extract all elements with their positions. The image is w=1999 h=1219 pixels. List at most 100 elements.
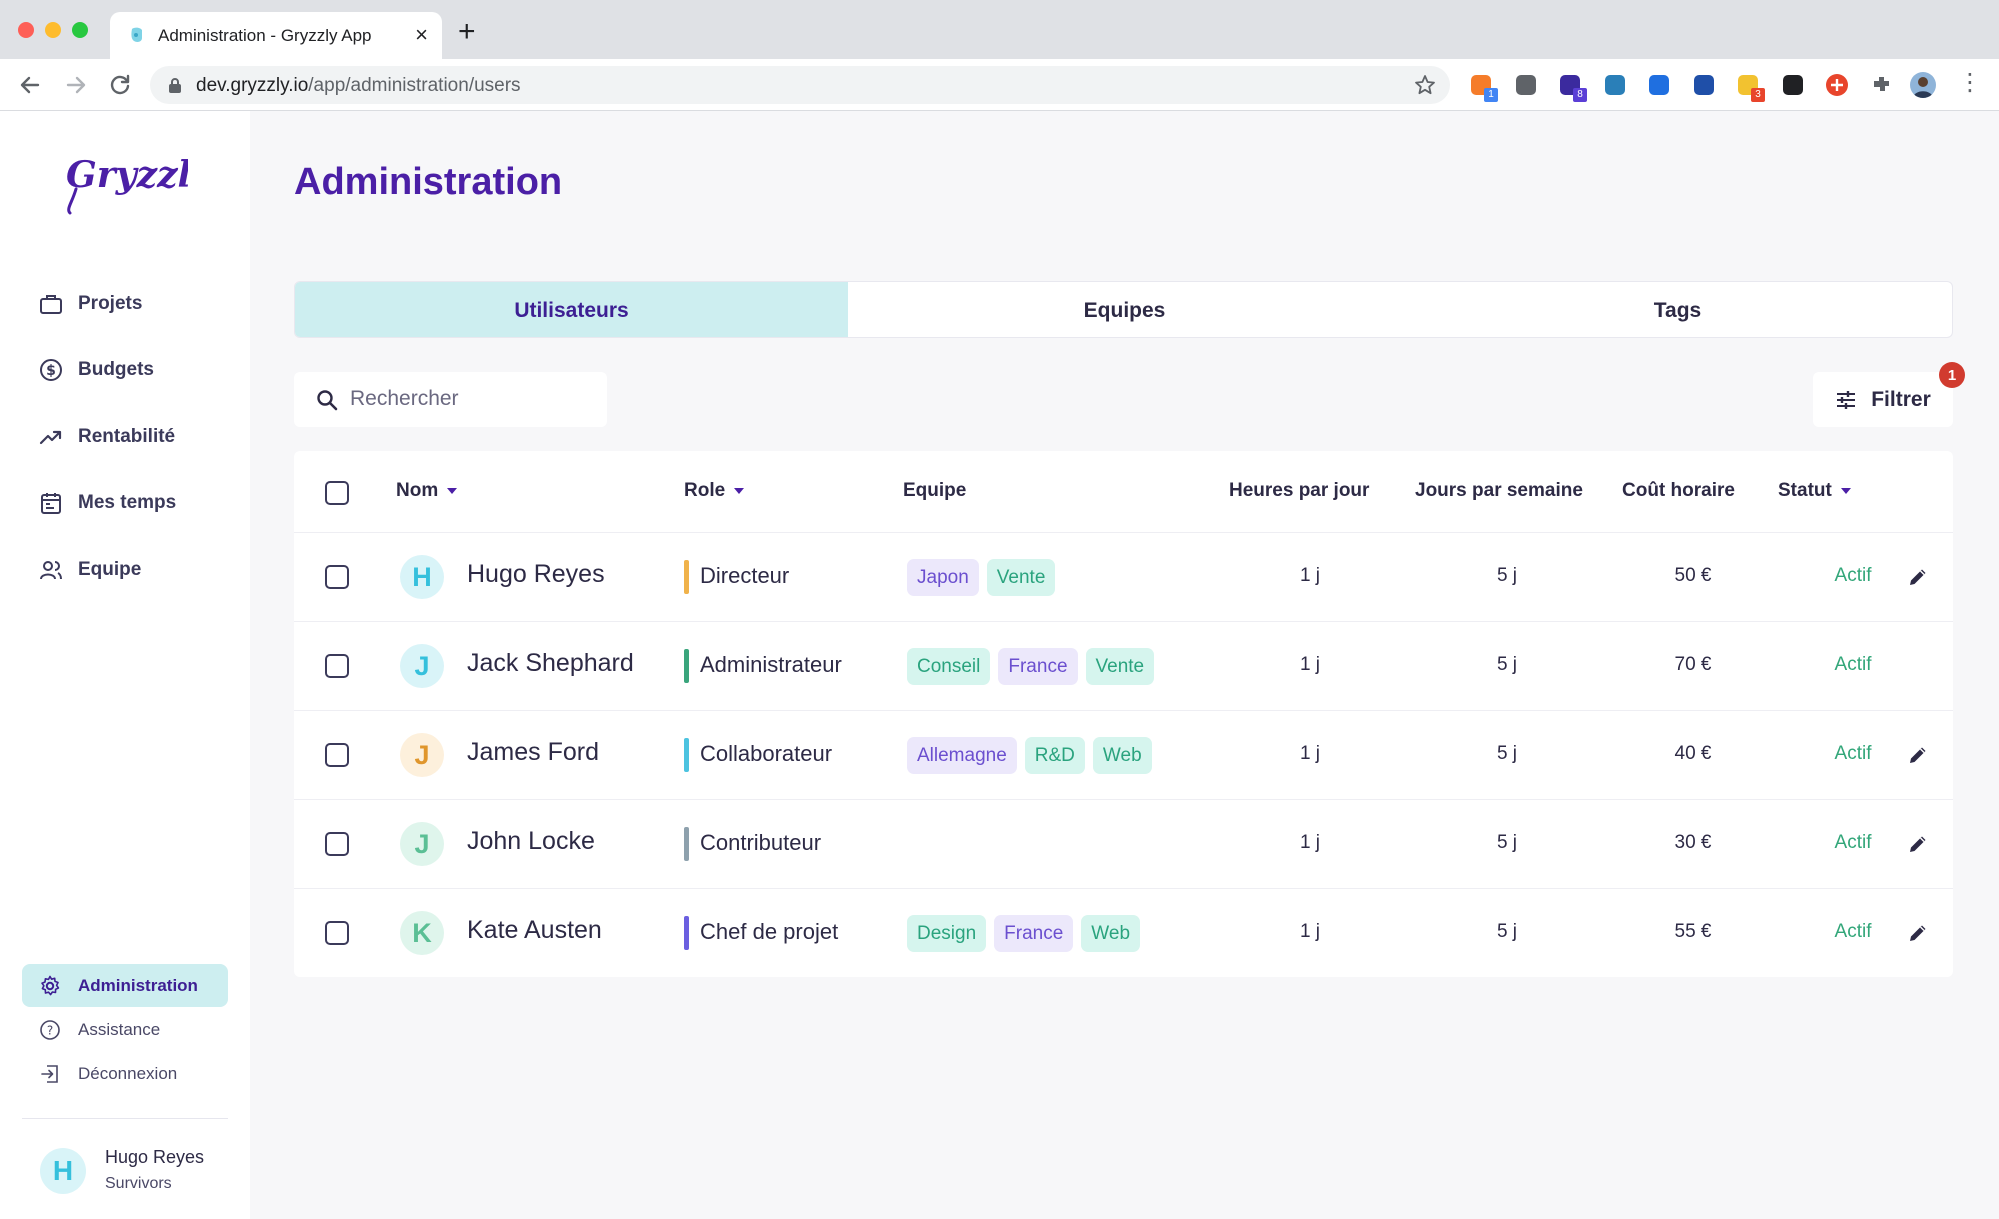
row-checkbox[interactable] [325,832,349,856]
team-tag: Conseil [907,648,991,685]
nav-label: Mes temps [78,492,177,513]
n-scanner-ext-icon[interactable] [1602,72,1628,98]
admin-tabs: Utilisateurs Equipes Tags [294,281,1953,338]
svg-text:$: $ [46,363,56,379]
column-header-role[interactable]: Role [684,480,745,502]
window-zoom-button[interactable] [72,22,88,38]
nav-mes-temps[interactable]: Mes temps [38,488,176,518]
browser-tab-bar: Administration - Gryzzly App × + [0,0,1999,59]
select-all-checkbox[interactable] [325,481,349,505]
trend-up-icon [38,424,64,450]
page-title: Administration [294,161,563,203]
row-checkbox[interactable] [325,743,349,767]
edit-pencil-icon[interactable] [1907,566,1929,588]
profile-avatar[interactable] [1910,72,1936,98]
user-name: Jack Shephard [467,649,634,677]
team-tag: France [994,915,1074,952]
onepassword-ext-icon[interactable] [1646,72,1672,98]
nav-label: Projets [78,293,143,314]
gryzzly-logo[interactable]: Gryzzly [62,145,188,217]
sidebar: Gryzzly Projets $ Budgets Rentabilité Me… [0,111,250,1219]
ublock-ext-icon[interactable] [1513,72,1539,98]
logout-icon [38,1062,62,1086]
tab-tags[interactable]: Tags [1401,282,1952,337]
help-circle-icon: ? [38,1018,62,1042]
window-minimize-button[interactable] [45,22,61,38]
tab-equipes[interactable]: Equipes [848,282,1401,337]
forward-icon[interactable] [62,71,90,99]
buffer-ext-icon[interactable] [1780,72,1806,98]
edit-pencil-icon[interactable] [1907,744,1929,766]
nav-projets[interactable]: Projets [38,289,142,319]
table-row[interactable]: H Hugo Reyes Directeur Japon Vente 1 j 5 … [294,533,1953,622]
role-color-bar [684,560,689,594]
main-content: Administration Utilisateurs Equipes Tags… [250,111,1999,1219]
nav-equipe[interactable]: Equipe [38,555,141,585]
row-checkbox[interactable] [325,921,349,945]
column-header-name[interactable]: Nom [396,480,458,502]
svg-text:?: ? [47,1024,53,1038]
graduation-cap-ext-icon[interactable]: 8 [1557,72,1587,102]
address-bar[interactable]: dev.gryzzly.io/app/administration/users [150,66,1450,104]
team-tag: France [998,648,1078,685]
bookmark-star-icon[interactable] [1414,74,1436,96]
table-row[interactable]: J James Ford Collaborateur Allemagne R&D W… [294,711,1953,800]
table-row[interactable]: J John Locke Contributeur 1 j 5 j 30 € A… [294,800,1953,889]
table-row[interactable]: J Jack Shephard Administrateur Conseil Fr… [294,622,1953,711]
status-badge: Actif [1834,832,1872,853]
hourly-cost: 55 € [1674,921,1712,942]
window-close-button[interactable] [18,22,34,38]
y-ext-icon[interactable] [1691,72,1717,98]
role-color-bar [684,916,689,950]
nav-label: Administration [78,976,198,995]
hours-per-day: 1 j [1299,654,1321,675]
nav-deconnexion[interactable]: Déconnexion [38,1061,177,1087]
column-header-days: Jours par semaine [1415,480,1583,501]
hourly-cost: 50 € [1674,565,1712,586]
hourly-cost: 40 € [1674,743,1712,764]
nav-administration[interactable]: Administration [38,973,198,999]
url-text: dev.gryzzly.io/app/administration/users [196,75,521,97]
url-host: dev.gryzzly.io [196,75,309,96]
table-row[interactable]: K Kate Austen Chef de projet Design Franc… [294,889,1953,978]
hours-per-day: 1 j [1299,921,1321,942]
nav-rentabilite[interactable]: Rentabilité [38,422,175,452]
edit-pencil-icon[interactable] [1907,922,1929,944]
reload-icon[interactable] [106,71,134,99]
browser-tab[interactable]: Administration - Gryzzly App × [110,12,442,59]
back-icon[interactable] [16,71,44,99]
user-name: John Locke [467,827,595,855]
new-tab-icon[interactable]: + [458,17,476,47]
puzzle-ext-icon[interactable] [1869,72,1895,98]
hours-per-day: 1 j [1299,832,1321,853]
filter-button[interactable]: Filtrer [1813,372,1953,427]
hours-per-day: 1 j [1299,743,1321,764]
column-header-status[interactable]: Statut [1778,480,1851,502]
days-per-week: 5 j [1496,743,1518,764]
lightbulb-ext-icon[interactable]: 3 [1735,72,1765,102]
profile-person-icon [1913,77,1933,98]
user-name: Kate Austen [467,916,602,944]
current-user-avatar[interactable]: H [40,1148,86,1194]
plus-circle-ext-icon[interactable] [1824,72,1850,98]
hubspot-ext-icon[interactable]: 1 [1468,72,1498,102]
nav-assistance[interactable]: ? Assistance [38,1017,160,1043]
row-checkbox[interactable] [325,565,349,589]
tab-close-icon[interactable]: × [415,22,428,48]
team-tag: R&D [1024,737,1085,774]
row-checkbox[interactable] [325,654,349,678]
team-tags: Conseil France Vente [907,648,1155,685]
team-tag: Japon [907,559,979,596]
tab-utilisateurs[interactable]: Utilisateurs [295,282,848,337]
edit-pencil-icon[interactable] [1907,833,1929,855]
gear-icon [38,974,62,998]
team-tags: Design France Web [907,915,1141,952]
browser-menu-icon[interactable]: ⋮ [1958,69,1982,97]
hourly-cost: 70 € [1674,654,1712,675]
nav-budgets[interactable]: $ Budgets [38,355,154,385]
search-input[interactable] [350,384,590,414]
lock-icon [169,78,181,93]
svg-text:Gryzzly: Gryzzly [66,154,188,196]
filter-label: Filtrer [1871,387,1931,411]
team-tag: Design [907,915,987,952]
